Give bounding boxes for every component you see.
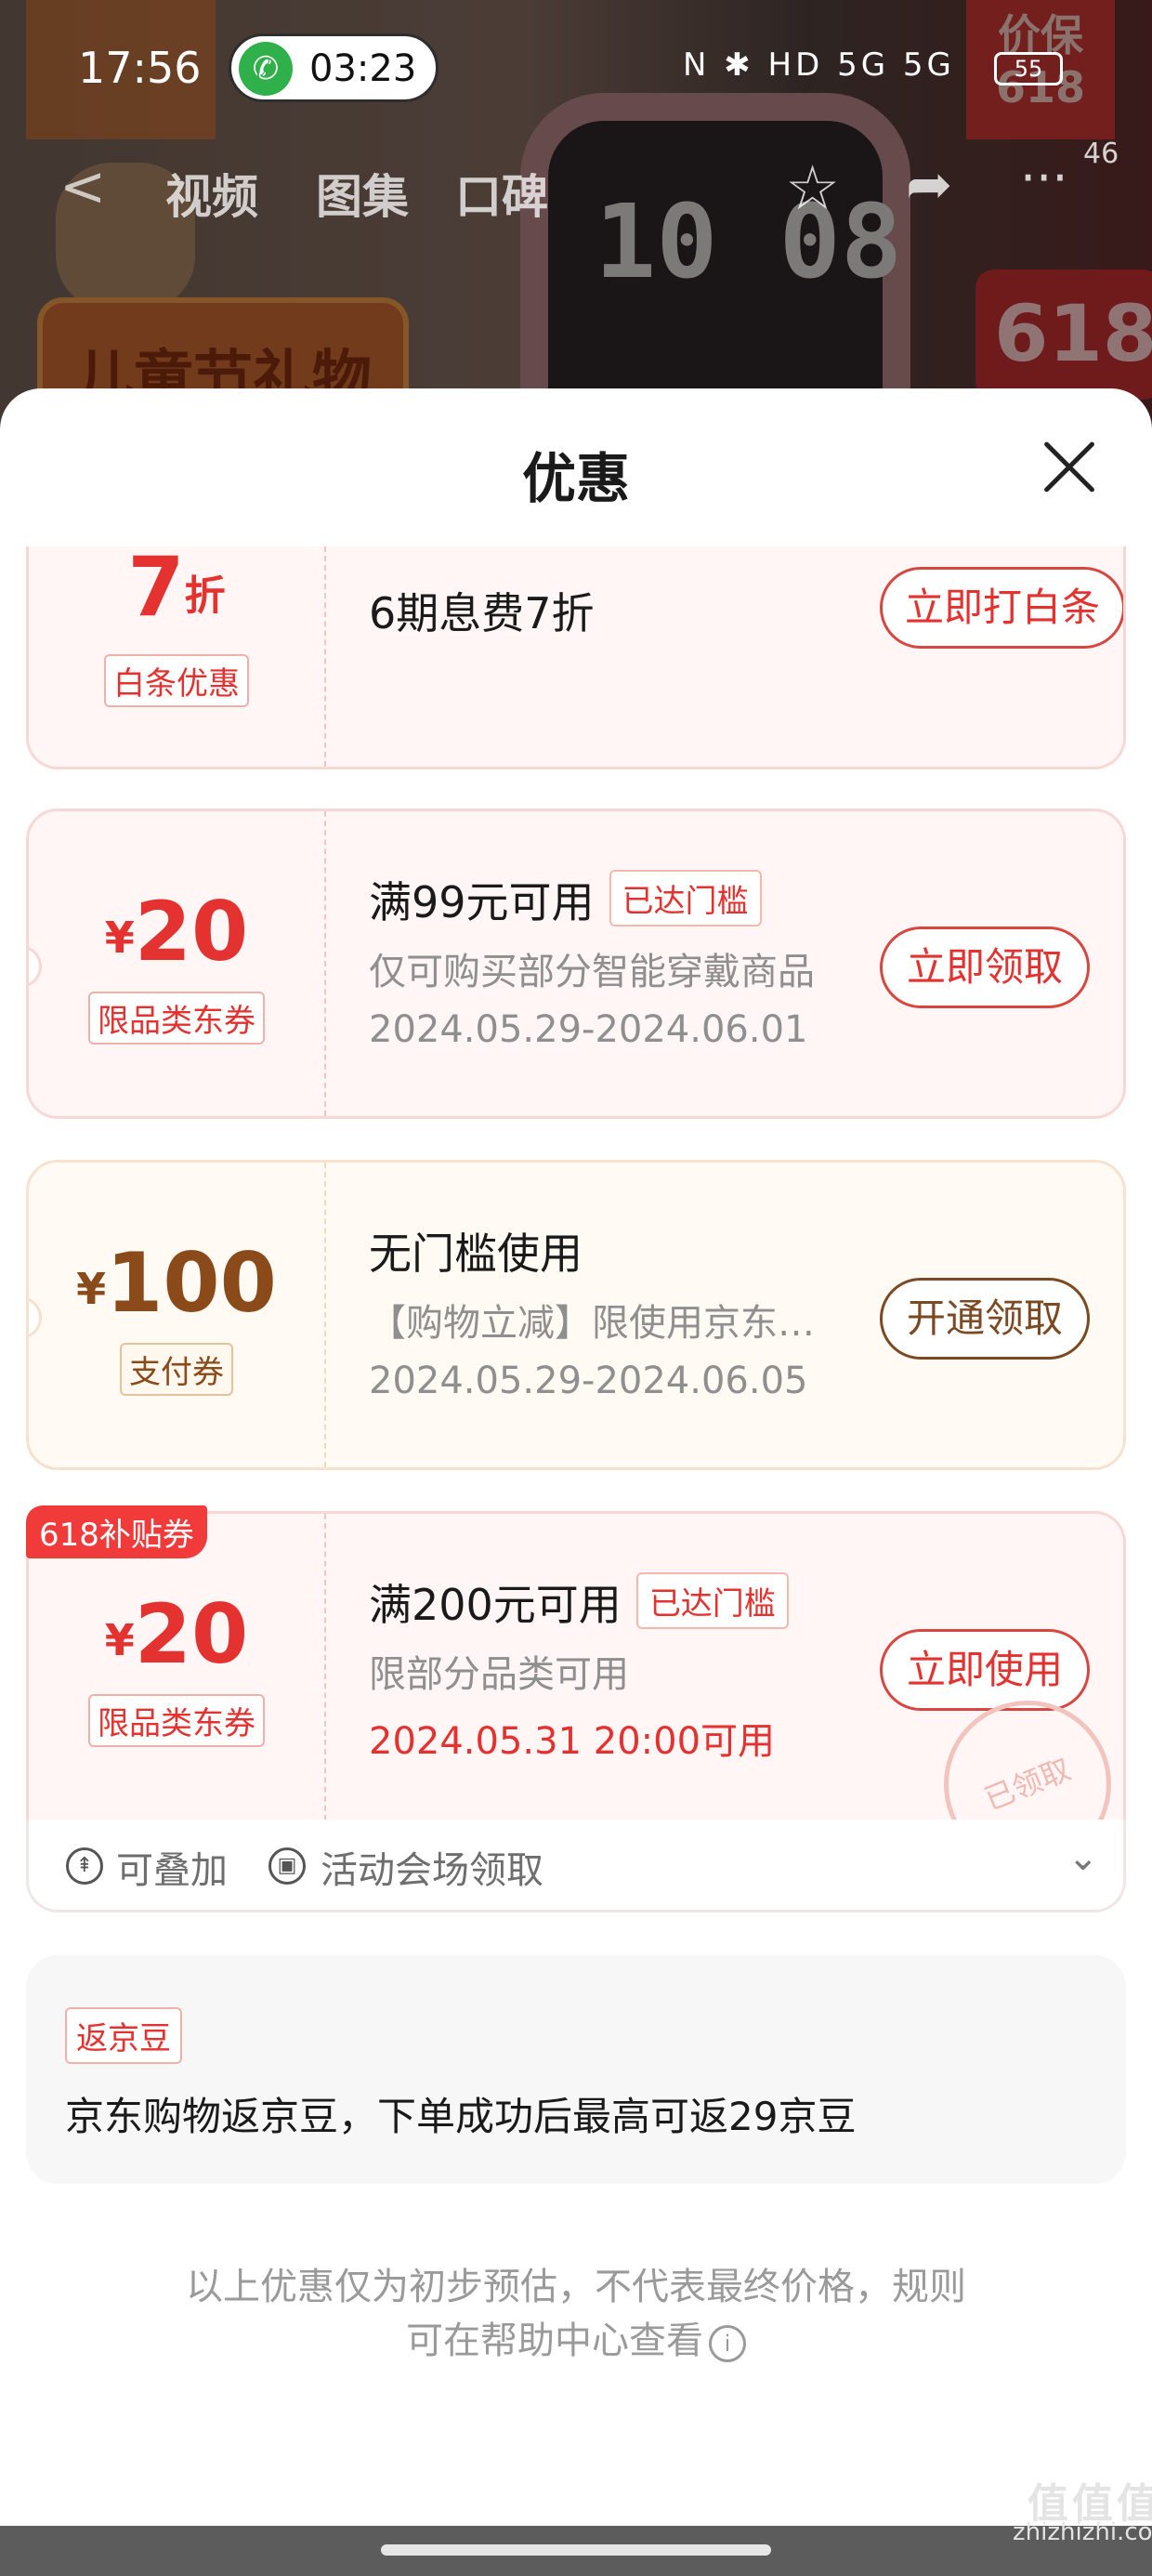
offer-condition: 6期息费7折 [369, 588, 595, 638]
phone-icon: ✆ [239, 42, 293, 96]
info-icon[interactable]: i [709, 2325, 746, 2362]
offer-amount: ¥20 [104, 884, 249, 979]
call-duration: 03:23 [309, 47, 417, 90]
stackable-icon: ⇞ [66, 1847, 103, 1885]
offer-available-time: 2024.05.31 20:00可用 [369, 1720, 776, 1763]
offer-footer-row[interactable]: ⇞ 可叠加 ▣ 活动会场领取 ⌄ [26, 1820, 1126, 1912]
offer-validity-date: 2024.05.29-2024.06.01 [369, 1008, 808, 1051]
card-divider [324, 1514, 326, 1820]
watermark: 值值值 zhizhizhi.com [1013, 2480, 1152, 2547]
battery-icon: 55 [994, 52, 1063, 85]
offer-description: 【购物立减】限使用京东支付的订单可用 [369, 1302, 833, 1345]
offer-value-area: ¥20 限品类东券 [29, 1514, 324, 1820]
offers-bottom-sheet: 优惠 7折 白条优惠 6期息费7折 立即打白条 ¥20 限品类东券 满99元可用… [0, 388, 1152, 2576]
message-count: 46 [1083, 138, 1119, 170]
offer-description: 仅可购买部分智能穿戴商品 [369, 951, 815, 993]
offer-description: 限部分品类可用 [369, 1653, 629, 1696]
threshold-reached-badge: 已达门槛 [609, 870, 762, 927]
offer-validity-date: 2024.05.29-2024.06.05 [369, 1360, 808, 1402]
activate-claim-button[interactable]: 开通领取 [880, 1278, 1090, 1360]
system-status-icons: N ✱ HD 5G 5G [683, 46, 955, 84]
offer-card-coupon-99: ¥20 限品类东券 满99元可用 已达门槛 仅可购买部分智能穿戴商品 2024.0… [26, 808, 1126, 1119]
close-icon[interactable] [1041, 439, 1098, 496]
tab-reviews[interactable]: 口碑 [455, 160, 548, 227]
favorite-star-icon[interactable]: ☆ [785, 152, 840, 224]
tab-video[interactable]: 视频 [165, 160, 258, 227]
ticket-icon: ▣ [268, 1847, 306, 1885]
offer-card-payment-coupon: ¥100 支付券 无门槛使用 【购物立减】限使用京东支付的订单可用 2024.0… [26, 1160, 1126, 1470]
product-top-nav: < 视频 图集 口碑 ☆ ➦ ··· 46 [0, 138, 1152, 232]
tab-gallery[interactable]: 图集 [316, 160, 409, 227]
jd-beans-tag: 返京豆 [65, 2007, 182, 2064]
offer-type-tag: 白条优惠 [104, 654, 249, 707]
offer-value-area: ¥100 支付券 [29, 1163, 324, 1467]
offer-condition: 满99元可用 已达门槛 [369, 869, 762, 930]
venue-label: 活动会场领取 [321, 1849, 543, 1892]
home-indicator[interactable] [381, 2544, 771, 2556]
offer-value-area: 7折 白条优惠 [29, 546, 324, 767]
card-divider [324, 811, 326, 1116]
threshold-reached-badge: 已达门槛 [635, 1572, 789, 1629]
more-icon[interactable]: ··· [1020, 149, 1068, 207]
offer-card-baitiao: 7折 白条优惠 6期息费7折 立即打白条 [26, 546, 1126, 769]
offer-type-tag: 限品类东券 [88, 1694, 265, 1747]
jd-beans-text: 京东购物返京豆，下单成功后最高可返29京豆 [65, 2094, 857, 2139]
back-arrow-icon[interactable]: < [59, 154, 106, 219]
offer-value-area: ¥20 限品类东券 [29, 811, 324, 1116]
status-time: 17:56 [78, 43, 202, 93]
chevron-down-icon[interactable]: ⌄ [1067, 1836, 1099, 1879]
card-divider [324, 1163, 326, 1467]
ongoing-call-pill[interactable]: ✆ 03:23 [229, 33, 439, 102]
offer-type-tag: 支付券 [120, 1343, 233, 1396]
jd-beans-section: 返京豆 京东购物返京豆，下单成功后最高可返29京豆 [26, 1955, 1126, 2184]
offer-condition: 无门槛使用 [369, 1229, 583, 1279]
sheet-title: 优惠 [521, 447, 630, 510]
share-icon[interactable]: ➦ [906, 152, 952, 217]
status-bar: 17:56 ✆ 03:23 N ✱ HD 5G 5G 55 [0, 0, 1152, 139]
baitiao-button[interactable]: 立即打白条 [880, 567, 1123, 649]
use-now-button[interactable]: 立即使用 [880, 1629, 1090, 1711]
claim-button[interactable]: 立即领取 [880, 927, 1090, 1008]
disclaimer-line-2: 可在帮助中心查看 [406, 2320, 703, 2362]
subsidy-corner-tag: 618补贴券 [26, 1505, 207, 1558]
disclaimer-line-1: 以上优惠仅为初步预估，不代表最终价格，规则 [186, 2266, 966, 2308]
card-divider [324, 546, 326, 767]
offer-amount: 7折 [127, 546, 226, 635]
disclaimer: 以上优惠仅为初步预估，不代表最终价格，规则 可在帮助中心查看 i [0, 2260, 1152, 2368]
offer-type-tag: 限品类东券 [88, 992, 265, 1045]
stackable-label: 可叠加 [116, 1849, 228, 1892]
offer-amount: ¥20 [104, 1586, 249, 1682]
navigation-bar [0, 2526, 1152, 2576]
offer-condition: 满200元可用 已达门槛 [369, 1571, 789, 1633]
offer-amount: ¥100 [76, 1235, 277, 1331]
